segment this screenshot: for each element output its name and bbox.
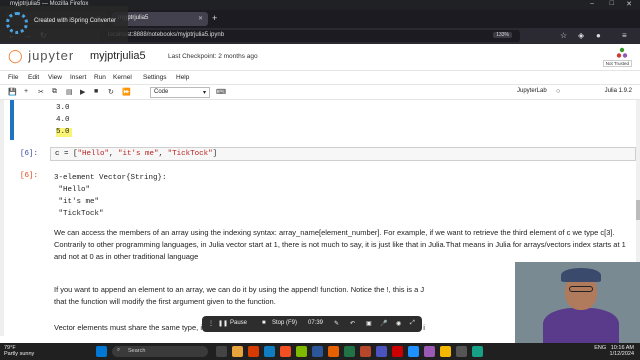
julia-logo-icon xyxy=(616,47,628,58)
menu-view[interactable]: View xyxy=(48,74,62,81)
app-icon[interactable] xyxy=(424,346,435,357)
restart-run-icon[interactable]: ⏩ xyxy=(122,88,131,96)
paste-icon[interactable]: ▤ xyxy=(66,88,73,96)
kernel-status-icon: ○ xyxy=(556,88,561,95)
jupyter-logo[interactable]: ◯ jupyter xyxy=(8,48,74,64)
screen-icon[interactable]: ▣ xyxy=(366,320,372,327)
jupyterlab-link[interactable]: JupyterLab xyxy=(517,88,547,94)
trust-indicator[interactable]: Not Trusted xyxy=(602,60,632,67)
recorder-text: Created with iSpring Converter xyxy=(34,18,117,24)
word-icon[interactable] xyxy=(312,346,323,357)
app-icon[interactable] xyxy=(440,346,451,357)
chevron-down-icon: ▾ xyxy=(202,90,206,96)
bookmark-star-icon[interactable]: ☆ xyxy=(560,31,567,40)
account-icon[interactable]: ● xyxy=(596,31,601,40)
camera-icon[interactable]: ◉ xyxy=(396,320,401,327)
notebook-name[interactable]: myjptrjulia5 xyxy=(90,50,146,62)
checkpoint-status: Last Checkpoint: 2 months ago xyxy=(168,53,258,60)
menu-file[interactable]: File xyxy=(8,74,18,81)
app-icon[interactable] xyxy=(296,346,307,357)
keyboard-icon[interactable]: ⌨ xyxy=(216,88,226,96)
maximize-icon[interactable]: □ xyxy=(610,0,614,7)
app-icon[interactable] xyxy=(392,346,403,357)
webcam-overlay xyxy=(515,262,640,344)
undo-icon[interactable]: ↶ xyxy=(350,320,355,327)
weather-widget[interactable]: 79°F Partly sunny xyxy=(4,345,34,357)
save-icon[interactable]: 💾 xyxy=(8,88,17,96)
menu-edit[interactable]: Edit xyxy=(28,74,39,81)
prev-output-line: 5.0 xyxy=(56,128,70,136)
presenter-shirt xyxy=(543,308,619,344)
menu-help[interactable]: Help xyxy=(176,74,189,81)
menu-kernel[interactable]: Kernel xyxy=(113,74,132,81)
stop-icon[interactable]: ■ xyxy=(262,320,266,326)
jupyter-header: ◯ jupyter myjptrjulia5 Last Checkpoint: … xyxy=(0,44,640,70)
powerpoint-icon[interactable] xyxy=(360,346,371,357)
pause-button[interactable]: Pause xyxy=(230,320,247,326)
app-icon[interactable] xyxy=(408,346,419,357)
drag-handle-icon[interactable]: ⋮ xyxy=(208,320,214,327)
search-icon: ⌕ xyxy=(117,347,121,353)
cell-output: 3-element Vector{String}: "Hello" "it's … xyxy=(54,174,167,218)
prev-output-line: 4.0 xyxy=(56,116,70,124)
app-icon[interactable] xyxy=(472,346,483,357)
zoom-level[interactable]: 133% xyxy=(493,32,512,38)
weather-status: Partly sunny xyxy=(4,351,35,357)
edge-icon[interactable] xyxy=(264,346,275,357)
recorder-logo-icon xyxy=(6,12,28,34)
kernel-name[interactable]: Julia 1.9.2 xyxy=(605,88,632,94)
task-view-icon[interactable] xyxy=(216,346,227,357)
app-icon[interactable] xyxy=(456,346,467,357)
selected-cell-indicator xyxy=(10,100,14,140)
cut-icon[interactable]: ✂ xyxy=(38,88,44,96)
app-icon[interactable] xyxy=(248,346,259,357)
recorder-overlay: Created with iSpring Converter xyxy=(0,6,128,42)
language-indicator: ENG xyxy=(594,345,607,351)
clock-date: 1/12/2024 xyxy=(609,351,634,357)
system-tray[interactable]: ENG 10:16 AM 1/12/2024 xyxy=(594,345,634,357)
menu-run[interactable]: Run xyxy=(94,74,106,81)
expand-icon[interactable]: ⤢ xyxy=(410,320,415,327)
app-icon[interactable] xyxy=(280,346,291,357)
recording-timer: 07:39 xyxy=(308,320,324,326)
pocket-icon[interactable]: ◈ xyxy=(578,31,584,40)
run-icon[interactable]: ▶ xyxy=(80,88,85,96)
minimize-icon[interactable]: – xyxy=(590,0,594,7)
file-explorer-icon[interactable] xyxy=(232,346,243,357)
pause-icon[interactable]: ❚❚ xyxy=(218,320,228,327)
output-prompt: [6]: xyxy=(20,172,39,180)
close-icon[interactable]: ✕ xyxy=(626,0,632,8)
new-tab-icon[interactable]: + xyxy=(212,13,217,23)
menu-icon[interactable]: ≡ xyxy=(622,31,627,40)
scrollbar-thumb[interactable] xyxy=(636,200,640,220)
input-prompt: [6]: xyxy=(20,150,39,158)
close-tab-icon[interactable]: ✕ xyxy=(198,15,203,22)
draw-icon[interactable]: ✎ xyxy=(334,320,339,327)
url-bar[interactable]: localhost:8888/notebooks/myjptrjulia5.ip… xyxy=(100,30,520,42)
presenter-hat xyxy=(561,268,601,282)
copy-icon[interactable]: ⧉ xyxy=(52,88,57,96)
menu-bar: File Edit View Insert Run Kernel Setting… xyxy=(0,70,640,84)
menu-settings[interactable]: Settings xyxy=(143,74,167,81)
recording-controls: ⋮ ❚❚ Pause ■ Stop (F9) 07:39 ✎ ↶ ▣ 🎤 ◉ ⤢ xyxy=(202,316,422,332)
taskbar-search[interactable]: ⌕ Search xyxy=(112,346,208,357)
restart-icon[interactable]: ↻ xyxy=(108,88,114,96)
microphone-icon[interactable]: 🎤 xyxy=(380,320,387,327)
excel-icon[interactable] xyxy=(344,346,355,357)
stop-button[interactable]: Stop (F9) xyxy=(272,320,297,326)
stop-icon[interactable]: ■ xyxy=(94,88,98,95)
taskbar: 79°F Partly sunny ⌕ Search ENG 10:16 AM 1… xyxy=(0,343,640,360)
teams-icon[interactable] xyxy=(376,346,387,357)
cell-type-select[interactable]: Code ▾ xyxy=(150,87,210,98)
notebook-toolbar: 💾 + ✂ ⧉ ▤ ▶ ■ ↻ ⏩ Code ▾ ⌨ JupyterLab ○ J… xyxy=(0,84,640,100)
code-cell-input[interactable]: c = ["Hello", "it's me", "TickTock"] xyxy=(50,147,636,161)
menu-insert[interactable]: Insert xyxy=(70,74,86,81)
markdown-paragraph: We can access the members of an array us… xyxy=(54,228,626,261)
start-icon[interactable] xyxy=(96,346,107,357)
add-cell-icon[interactable]: + xyxy=(24,88,28,95)
presenter-glasses xyxy=(569,286,593,292)
prev-output-line: 3.0 xyxy=(56,104,70,112)
firefox-icon[interactable] xyxy=(328,346,339,357)
